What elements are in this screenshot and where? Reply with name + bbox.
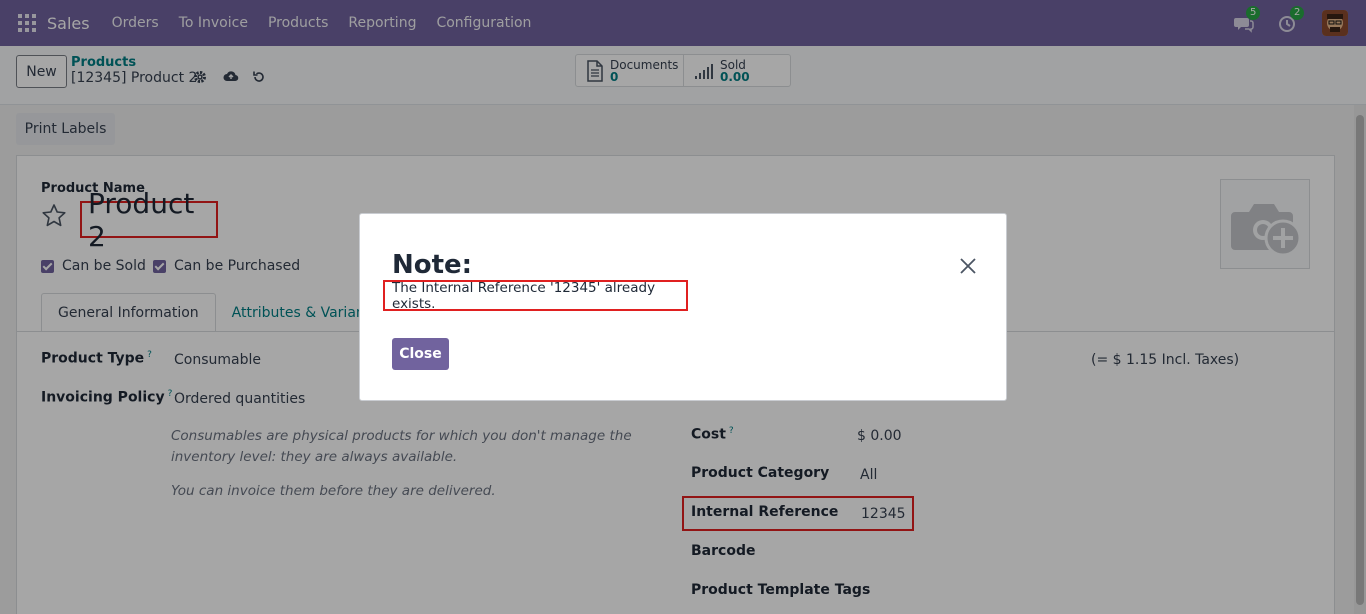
note-dialog: Note: The Internal Reference '12345' alr…: [359, 213, 1007, 401]
close-button[interactable]: Close: [392, 338, 449, 370]
dialog-title: Note:: [392, 250, 473, 280]
close-icon[interactable]: [958, 256, 978, 276]
dialog-message: The Internal Reference '12345' already e…: [383, 280, 688, 312]
